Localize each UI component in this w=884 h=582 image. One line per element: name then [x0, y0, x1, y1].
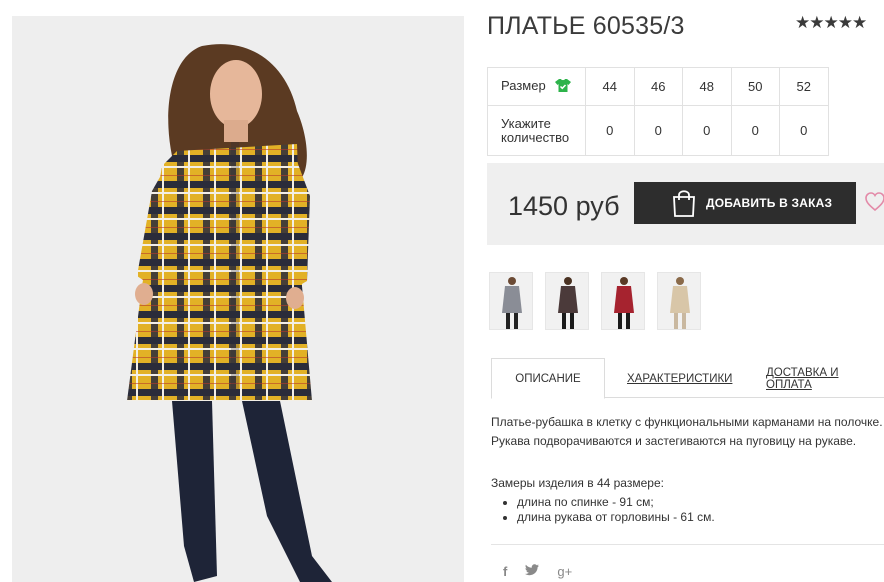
size-option-52[interactable]: 52	[779, 67, 829, 106]
size-table: Размер 44 46 48 50 52 Укажите количество…	[487, 67, 829, 156]
quantity-input-50[interactable]: 0	[730, 105, 780, 156]
measures-list: длина по спинке - 91 см; длина рукава от…	[491, 495, 884, 525]
description-line-2: Рукава подворачиваются и застегиваются н…	[491, 434, 857, 448]
description-panel: Платье-рубашка в клетку с функциональным…	[491, 413, 884, 525]
list-item: длина рукава от горловины - 61 см.	[517, 510, 884, 525]
tab-characteristics[interactable]: ХАРАКТЕРИСТИКИ	[627, 358, 732, 399]
add-to-order-button[interactable]: ДОБАВИТЬ В ЗАКАЗ	[634, 182, 856, 224]
tabs: ОПИСАНИЕ ХАРАКТЕРИСТИКИ ДОСТАВКА И ОПЛАТ…	[491, 358, 884, 399]
social-share: f g+	[503, 564, 572, 579]
facebook-icon[interactable]: f	[503, 564, 507, 579]
tab-delivery-payment[interactable]: ДОСТАВКА И ОПЛАТА	[766, 358, 884, 399]
rating-stars[interactable]: ★★★★★	[795, 13, 867, 33]
thumbnail-grey-plaid[interactable]	[489, 272, 533, 330]
quantity-input-48[interactable]: 0	[682, 105, 732, 156]
tab-description[interactable]: ОПИСАНИЕ	[491, 358, 605, 399]
divider	[491, 544, 884, 545]
price-box: 1450 руб ДОБАВИТЬ В ЗАКАЗ	[487, 163, 884, 245]
quantity-input-44[interactable]: 0	[585, 105, 635, 156]
quantity-row-label: Укажите количество	[487, 105, 586, 156]
size-option-48[interactable]: 48	[682, 67, 732, 106]
add-to-order-label: ДОБАВИТЬ В ЗАКАЗ	[706, 196, 833, 210]
shopping-bag-icon	[672, 189, 696, 220]
description-line-1: Платье-рубашка в клетку с функциональным…	[491, 415, 883, 429]
tshirt-icon[interactable]	[555, 78, 572, 96]
list-item: длина по спинке - 91 см;	[517, 495, 884, 510]
heart-icon[interactable]	[865, 192, 884, 217]
size-option-50[interactable]: 50	[730, 67, 780, 106]
product-title: ПЛАТЬЕ 60535/3	[487, 12, 685, 40]
thumbnail-red-plaid[interactable]	[601, 272, 645, 330]
quantity-input-52[interactable]: 0	[779, 105, 829, 156]
quantity-input-46[interactable]: 0	[633, 105, 683, 156]
thumbnail-beige-plaid[interactable]	[657, 272, 701, 330]
size-option-44[interactable]: 44	[585, 67, 635, 106]
size-row-label: Размер	[487, 67, 586, 106]
thumbnail-gallery	[489, 272, 701, 330]
thumbnail-dark-plaid[interactable]	[545, 272, 589, 330]
twitter-icon[interactable]	[525, 564, 540, 579]
product-photo[interactable]	[12, 16, 464, 582]
measures-title: Замеры изделия в 44 размере:	[491, 476, 664, 490]
googleplus-icon[interactable]: g+	[557, 564, 572, 579]
size-option-46[interactable]: 46	[633, 67, 683, 106]
price: 1450 руб	[508, 191, 620, 221]
